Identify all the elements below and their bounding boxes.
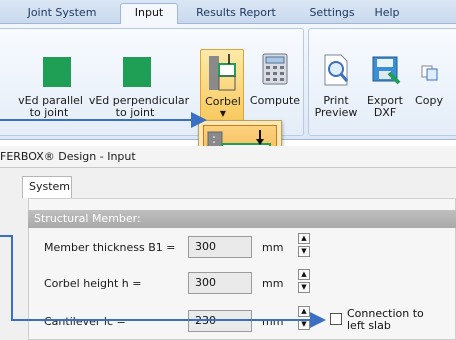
annotation-arrows xyxy=(0,112,326,328)
arrow-to-checkbox xyxy=(0,235,326,328)
